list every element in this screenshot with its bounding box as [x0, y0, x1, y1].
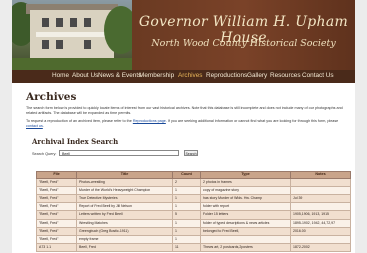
reproduction-text: To request a reproduction of an archived…	[26, 119, 132, 123]
reproduction-paragraph: To request a reproduction of an archived…	[26, 119, 346, 128]
count-cell: 11	[172, 243, 201, 253]
nav-membership[interactable]: Membership	[139, 72, 174, 79]
file-cell: "Beell, Fred"	[36, 210, 77, 220]
contact-us-link[interactable]: contact us	[26, 124, 43, 128]
search-heading: Archival Index Search	[32, 137, 119, 146]
table-row[interactable]: "Beell, Fred" Wrestling Matches 1 folder…	[36, 218, 351, 228]
notes-cell: 1905,1906, 1913, 1915	[290, 210, 351, 220]
nav-resources[interactable]: Resources	[270, 72, 301, 79]
title-cell: True Detective Mysteries	[76, 193, 173, 204]
reproductions-link[interactable]: Reproductions page	[133, 119, 166, 123]
file-cell: A73 1.1	[36, 243, 77, 253]
nav-archives[interactable]: Archives	[178, 72, 203, 79]
count-cell: 5	[172, 210, 201, 220]
reproduction-text-end: .	[42, 123, 44, 128]
notes-cell: Jul 39	[290, 193, 351, 204]
main-content: Archives The search form below is provid…	[12, 83, 355, 253]
search-label: Search Query:	[32, 152, 57, 156]
archive-results-table: File Title Count Type Notes "Beell, Fred…	[36, 171, 351, 253]
table-row[interactable]: "Beell, Fred" Murder of the World's Heav…	[36, 185, 351, 195]
search-button[interactable]: Search	[184, 150, 198, 156]
type-cell: Thews art, 2 postcards,2posters	[200, 243, 291, 253]
title-cell: Photos-wrestling	[76, 177, 173, 187]
table-row[interactable]: "Beell, Fred" empty frame 1	[36, 234, 351, 245]
title-cell: Report of Fred Beell by Jill Nelson	[76, 202, 173, 212]
notes-cell	[290, 234, 351, 245]
title-cell: Greengbuch (Greg Bostic-1911)	[76, 226, 173, 236]
table-row[interactable]: A73 1.1 Beell, Fred 11 Thews art, 2 post…	[36, 243, 351, 253]
nav-about-us[interactable]: About Us	[72, 72, 98, 79]
type-cell: folder of typed descriptions & news arti…	[200, 218, 291, 228]
count-cell: 2	[172, 177, 201, 187]
count-cell: 1	[172, 193, 201, 204]
file-cell: "Beell, Fred"	[36, 226, 77, 236]
table-row[interactable]: "Beell, Fred" Report of Fred Beell by Ji…	[36, 202, 351, 212]
nav-reproductions[interactable]: Reproductions	[206, 72, 247, 79]
notes-cell	[290, 202, 351, 212]
page-frame: Governor William H. Upham House North Wo…	[0, 0, 367, 253]
notes-cell: 1895-1902, 1942, 44,72,97	[290, 218, 351, 228]
nav-gallery[interactable]: Gallery	[247, 72, 267, 79]
house-photo	[12, 0, 138, 70]
title-cell: Murder of the World's Heavyweight Champi…	[76, 185, 173, 195]
count-cell: 1	[172, 226, 201, 236]
file-cell: "Beell, Fred"	[36, 202, 77, 212]
file-cell: "Beell, Fred"	[36, 193, 77, 204]
nav-home[interactable]: Home	[52, 72, 69, 79]
type-cell	[200, 234, 291, 245]
count-cell: 1	[172, 234, 201, 245]
title-cell: Beell, Fred	[76, 243, 173, 253]
table-row[interactable]: "Beell, Fred" Letters written by Fred Be…	[36, 210, 351, 220]
count-cell: 1	[172, 218, 201, 228]
count-cell: 1	[172, 185, 201, 195]
right-margin	[355, 0, 367, 253]
type-cell: folder with report	[200, 202, 291, 212]
title-cell: Letters written by Fred Beell	[76, 210, 173, 220]
file-cell: "Beell, Fred"	[36, 185, 77, 195]
notes-cell	[290, 185, 351, 195]
left-margin	[0, 0, 12, 253]
file-cell: "Beell, Fred"	[36, 177, 77, 187]
type-cell: belonged to Fred Beell,	[200, 226, 291, 236]
page-title: Archives	[26, 91, 77, 103]
nav-news-events[interactable]: News & Events	[98, 72, 141, 79]
table-row[interactable]: "Beell, Fred" Greengbuch (Greg Bostic-19…	[36, 226, 351, 236]
count-cell: 1	[172, 202, 201, 212]
file-cell: "Beell, Fred"	[36, 218, 77, 228]
site-header: Governor William H. Upham House North Wo…	[12, 0, 355, 70]
main-nav: Home About Us News & Events Membership A…	[12, 70, 355, 83]
table-row[interactable]: "Beell, Fred" True Detective Mysteries 1…	[36, 193, 351, 204]
notes-cell: 1872-2002	[290, 243, 351, 253]
type-cell: Folder 15 letters	[200, 210, 291, 220]
intro-paragraph: The search form below is provided to qui…	[26, 106, 343, 115]
title-cell: empty frame	[76, 234, 173, 245]
type-cell: has story Murder of Wlds. Hw. Champ	[200, 193, 291, 204]
reproduction-text-2: . If you are seeking additional informat…	[165, 119, 339, 123]
title-cell: Wrestling Matches	[76, 218, 173, 228]
search-input[interactable]: Beell	[59, 150, 179, 156]
type-cell: 2 photos in frames	[200, 177, 291, 187]
site-subtitle: North Wood County Historical Society	[151, 38, 336, 49]
file-cell: "Beell, Fred"	[36, 234, 77, 245]
table-row[interactable]: "Beell, Fred" Photos-wrestling 2 2 photo…	[36, 177, 351, 187]
nav-contact-us[interactable]: Contact Us	[302, 72, 334, 79]
notes-cell	[290, 177, 351, 187]
type-cell: copy of magazine story	[200, 185, 291, 195]
header-banner: Governor William H. Upham House North Wo…	[132, 0, 355, 70]
notes-cell: 2016.00	[290, 226, 351, 236]
